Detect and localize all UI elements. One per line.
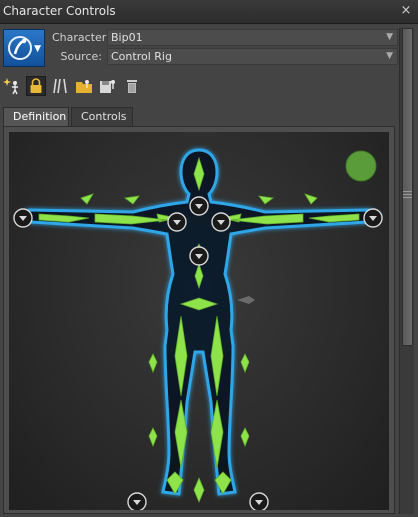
load-folder-icon[interactable]: [74, 76, 94, 96]
window-titlebar: Character Controls ×: [0, 0, 418, 24]
left-shoulder-twist-bone: [80, 193, 94, 205]
character-label: Character:: [52, 31, 110, 44]
chevron-down-icon: ▼: [386, 51, 393, 61]
close-icon[interactable]: ×: [398, 3, 414, 19]
source-select-value: Control Rig: [111, 50, 172, 63]
right-calf-twist-bone: [240, 427, 250, 448]
chevron-down-icon: ▼: [34, 44, 41, 54]
control-node-chest[interactable]: [189, 246, 209, 266]
control-node-left-shoulder[interactable]: [167, 212, 187, 232]
save-icon[interactable]: [98, 76, 118, 96]
tab-definition-label: Definition: [13, 110, 67, 123]
definition-panel: [3, 126, 395, 514]
left-thigh-twist-bone: [148, 353, 158, 374]
hand-marker-icon: [237, 296, 255, 304]
right-arm-twist-bone: [258, 195, 275, 205]
scrollbar-grip-icon: [403, 191, 412, 198]
chevron-down-icon: ▼: [386, 32, 393, 42]
character-select-value: Bip01: [111, 31, 143, 44]
tab-controls[interactable]: Controls: [71, 107, 133, 126]
character-rig-canvas[interactable]: [9, 132, 389, 512]
tab-definition[interactable]: Definition: [3, 107, 69, 126]
control-node-right-shoulder[interactable]: [211, 212, 231, 232]
lock-icon[interactable]: [26, 76, 46, 96]
left-calf-twist-bone: [148, 427, 158, 448]
left-arm-twist-bone: [123, 195, 140, 205]
delete-trash-icon[interactable]: [122, 76, 142, 96]
skeleton-icon[interactable]: [50, 76, 70, 96]
green-status-dot: [345, 150, 377, 182]
humanik-logo-icon[interactable]: ▼: [3, 29, 45, 67]
window-title: Character Controls: [3, 4, 116, 18]
right-shoulder-twist-bone: [304, 193, 318, 205]
character-select[interactable]: Bip01 ▼: [107, 29, 398, 46]
control-node-right-hand[interactable]: [363, 208, 383, 228]
tab-controls-label: Controls: [81, 110, 127, 123]
center-ground-bone: [193, 476, 205, 504]
character-rig: [13, 148, 383, 512]
source-label: Source:: [60, 50, 103, 63]
vertical-scrollbar[interactable]: [399, 28, 414, 514]
right-thigh-twist-bone: [240, 353, 250, 374]
control-node-right-foot[interactable]: [249, 492, 269, 512]
source-select[interactable]: Control Rig ▼: [107, 48, 398, 65]
control-node-left-foot[interactable]: [127, 492, 147, 512]
control-node-left-hand[interactable]: [13, 208, 33, 228]
scrollbar-thumb[interactable]: [402, 28, 413, 346]
control-node-neck[interactable]: [189, 196, 209, 216]
create-character-icon[interactable]: [2, 76, 22, 96]
